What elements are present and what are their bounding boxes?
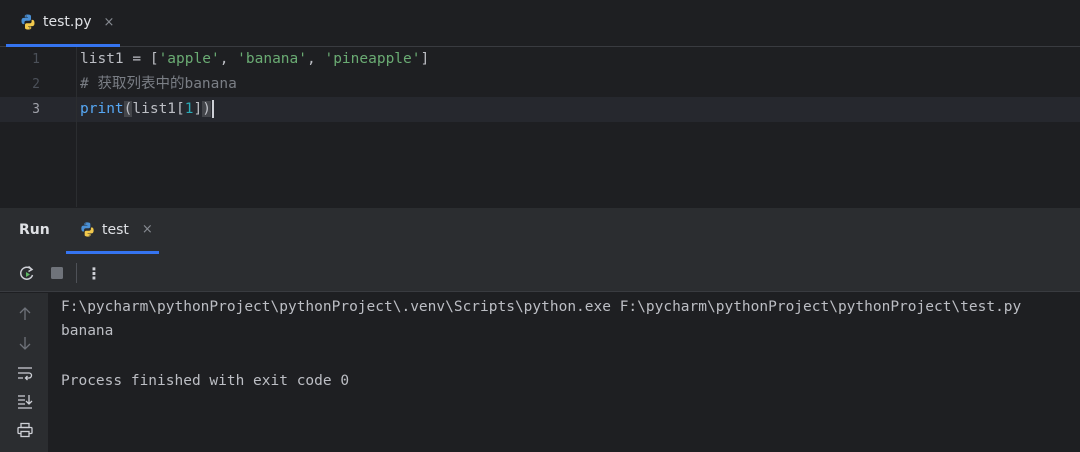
soft-wrap-button[interactable] [14,362,36,384]
run-toolbar: ⋮ [0,254,1080,292]
print-button[interactable] [14,419,36,441]
code-text: , [307,51,325,67]
close-tab-icon[interactable]: × [142,222,153,237]
line-number: 1 [32,52,40,67]
arrow-down-icon [19,337,31,350]
arrow-up-icon [19,307,31,320]
code-line-3: print(list1[1]) [80,97,214,122]
code-text: ] [420,51,430,67]
python-file-icon [21,14,35,30]
builtin-print: print [80,101,124,117]
scroll-up-button[interactable] [14,303,36,325]
python-file-icon [81,222,94,237]
text-caret [211,100,214,118]
pycharm-window: test.py × 1 2 3 list1 = ['apple', 'banan… [0,0,1080,452]
run-tab-label: test [102,221,129,238]
code-text: list1 = [ [80,51,159,67]
run-tool-window-header: Run test × [0,208,1080,254]
console-line-exit-status: Process finished with exit code 0 [61,373,350,389]
rerun-button[interactable] [17,263,37,283]
run-panel-title: Run [19,222,50,238]
tab-test-py[interactable]: test.py × [6,0,120,47]
console-side-toolbar [0,293,48,452]
string-literal: 'pineapple' [324,51,421,67]
close-tab-icon[interactable]: × [104,15,115,30]
number-literal: 1 [184,101,194,117]
printer-icon [17,422,33,438]
line-number: 2 [32,77,40,92]
line-number-gutter: 1 2 3 [0,47,76,207]
run-tab-test[interactable]: test × [66,208,159,254]
console-line-stdout: banana [61,323,114,339]
line-number-current: 3 [32,102,40,117]
code-editor[interactable]: 1 2 3 list1 = ['apple', 'banana', 'pinea… [0,47,1080,207]
code-text: ] [193,101,203,117]
editor-tab-bar: test.py × [0,0,1080,47]
scroll-down-button[interactable] [14,332,36,354]
string-literal: 'apple' [158,51,220,67]
scroll-to-end-icon [18,395,33,409]
gutter-divider [76,47,77,207]
scroll-to-end-button[interactable] [14,390,36,412]
tab-label: test.py [43,14,92,30]
comment: # 获取列表中的banana [80,76,237,92]
rerun-icon [20,265,34,280]
string-literal: 'banana' [237,51,307,67]
matched-paren: ) [202,101,211,117]
console-line-command: F:\pycharm\pythonProject\pythonProject\.… [61,299,1022,315]
soft-wrap-icon [18,367,33,381]
code-text: , [219,51,238,67]
stop-button[interactable] [47,263,67,283]
code-text: list1[ [132,101,185,117]
code-line-2: # 获取列表中的banana [80,72,237,97]
stop-icon [51,267,63,279]
more-options-icon[interactable]: ⋮ [84,263,104,283]
toolbar-separator [76,263,77,283]
console-output[interactable]: F:\pycharm\pythonProject\pythonProject\.… [48,293,1080,452]
code-line-1: list1 = ['apple', 'banana', 'pineapple'] [80,47,429,72]
